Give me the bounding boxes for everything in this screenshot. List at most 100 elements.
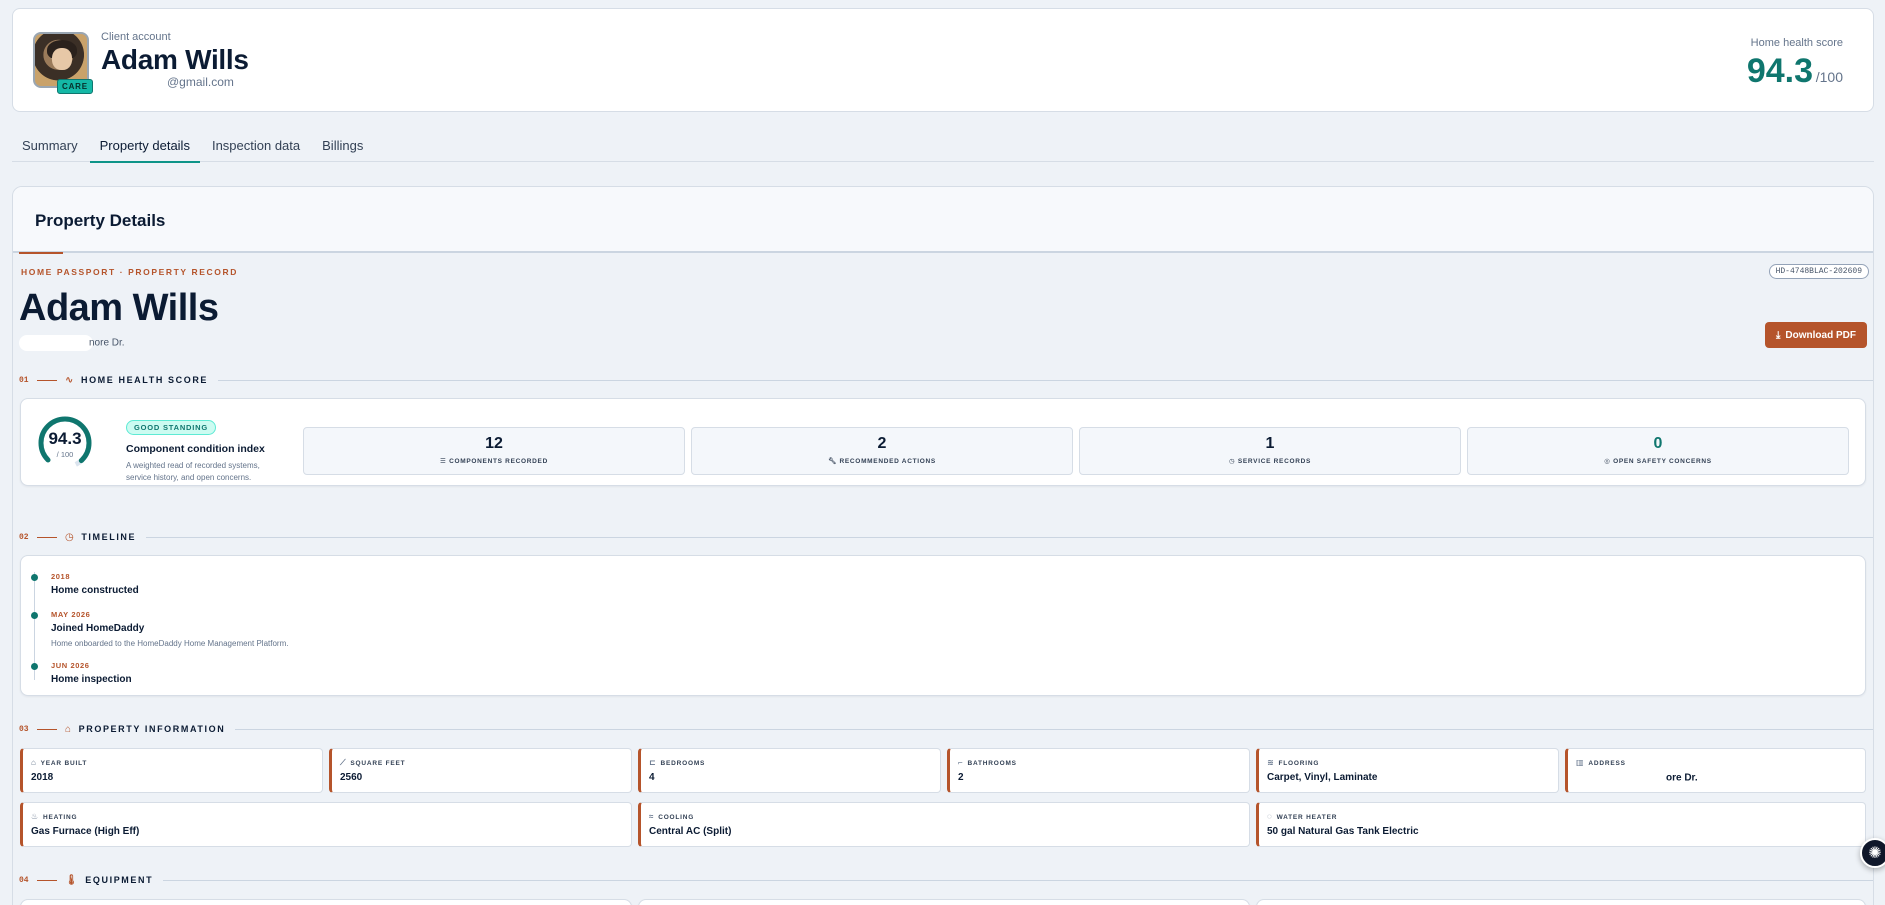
section-property-header: 03 ⌂ PROPERTY INFORMATION	[19, 722, 1873, 736]
account-email: @gmail.com	[101, 75, 234, 89]
card-header: Property Details	[13, 187, 1873, 253]
info-label: ♨ HEATING	[31, 812, 78, 821]
section-rule	[146, 536, 1873, 538]
info-value: Carpet, Vinyl, Laminate	[1267, 772, 1378, 783]
info-value: Gas Furnace (High Eff)	[31, 826, 140, 837]
info-square-feet: ⟋ SQUARE FEET 2560	[329, 748, 632, 793]
timeline-date: 2018	[51, 572, 71, 581]
record-eyebrow: HOME PASSPORT · PROPERTY RECORD	[21, 267, 238, 277]
section-title: EQUIPMENT	[85, 875, 154, 885]
avatar-face	[52, 48, 72, 70]
stat-recommended-actions: 2 🔧︎ RECOMMENDED ACTIONS	[691, 427, 1073, 475]
gauge-denom: / 100	[56, 450, 74, 459]
info-bedrooms: ⊏ BEDROOMS 4	[638, 748, 941, 793]
timeline-date: MAY 2026	[51, 610, 91, 619]
info-year-built: ⌂ YEAR BUILT 2018	[20, 748, 323, 793]
gauge-value: 94.3	[48, 429, 82, 448]
home-health-value: 94.3	[1746, 52, 1813, 90]
droplet-icon: ◌	[1267, 812, 1273, 821]
section-rule	[218, 379, 1873, 381]
info-label: ≋ FLOORING	[1267, 758, 1320, 767]
clock-icon: ◷	[1228, 458, 1238, 465]
info-value: 2560	[340, 772, 363, 783]
account-name: Adam Wills	[101, 44, 249, 75]
download-pdf-button[interactable]: ⤓ Download PDF	[1765, 322, 1867, 348]
section-rule	[163, 879, 1873, 881]
tab-property-details[interactable]: Property details	[89, 130, 201, 163]
info-value: 2018	[31, 772, 54, 783]
info-value: 2	[958, 772, 964, 783]
home-icon: ⌂	[65, 723, 73, 735]
home-icon: ⌂	[31, 758, 37, 767]
record-id-badge: HD-4748BLAC-202609	[1768, 264, 1869, 279]
owner-name: Adam Wills	[19, 287, 219, 329]
index-description: A weighted read of recorded systems, ser…	[126, 461, 260, 482]
property-details-card: Property Details HOME PASSPORT · PROPERT…	[12, 186, 1874, 905]
section-number: 04	[19, 875, 29, 885]
timeline-date: JUN 2026	[51, 661, 90, 670]
timeline-title: Home inspection	[51, 674, 132, 685]
info-flooring: ≋ FLOORING Carpet, Vinyl, Laminate	[1256, 748, 1559, 793]
address-redaction	[19, 335, 93, 351]
client-header-card: CARE Client account Adam Wills @gmail.co…	[12, 8, 1874, 112]
stat-value: 2	[877, 435, 887, 452]
clock-icon: ◷	[65, 531, 76, 543]
accent-underline	[19, 252, 63, 254]
page-title: Property Details	[35, 211, 166, 230]
bath-icon: ⌐	[958, 758, 964, 767]
stat-label: ◷ SERVICE RECORDS	[1228, 458, 1312, 465]
home-health-label: Home health score	[1750, 37, 1843, 49]
home-health-denom: /100	[1815, 69, 1843, 85]
assistant-launcher-button[interactable]: ✺	[1860, 838, 1885, 868]
info-label: ◌ WATER HEATER	[1267, 812, 1338, 821]
info-label: ▥ ADDRESS	[1576, 758, 1626, 767]
stat-label: ◎ OPEN SAFETY CONCERNS	[1604, 458, 1712, 465]
building-icon: ▥	[1576, 758, 1585, 767]
equipment-card	[1256, 899, 1866, 905]
health-score-card: 94.3 / 100 GOOD STANDING Component condi…	[20, 398, 1866, 486]
section-dash	[37, 536, 57, 538]
info-label: ≈ COOLING	[649, 812, 695, 821]
tab-bar: Summary Property details Inspection data…	[12, 130, 1874, 163]
timeline-card: 2018 Home constructed MAY 2026 Joined Ho…	[20, 555, 1866, 696]
stat-value: 12	[485, 435, 503, 452]
section-title: HOME HEALTH SCORE	[80, 375, 209, 385]
info-address: ▥ ADDRESS ore Dr.	[1565, 748, 1866, 793]
info-label: ⌐ BATHROOMS	[958, 758, 1017, 767]
timeline-dot	[31, 663, 38, 670]
section-dash	[37, 728, 57, 730]
tab-billings[interactable]: Billings	[312, 130, 373, 162]
stat-components: 12 ☰ COMPONENTS RECORDED	[303, 427, 685, 475]
stat-label: ☰ COMPONENTS RECORDED	[440, 458, 548, 465]
tab-inspection-data[interactable]: Inspection data	[202, 130, 310, 162]
stat-value: 0	[1653, 435, 1663, 452]
section-number: 01	[19, 375, 29, 385]
section-equipment-header: 04 🌡︎ EQUIPMENT	[19, 873, 1873, 887]
account-label: Client account	[101, 31, 171, 43]
openai-icon: ✺	[1868, 845, 1882, 862]
ruler-icon: ⟋	[340, 758, 347, 767]
email-redaction	[101, 76, 167, 89]
section-timeline-header: 02 ◷ TIMELINE	[19, 530, 1873, 544]
timeline-dot	[31, 612, 38, 619]
info-label: ⊏ BEDROOMS	[649, 758, 706, 767]
section-title: PROPERTY INFORMATION	[78, 724, 226, 734]
stat-service-records: 1 ◷ SERVICE RECORDS	[1079, 427, 1461, 475]
tab-summary[interactable]: Summary	[12, 130, 88, 162]
layers-icon: ≋	[1267, 758, 1275, 767]
info-heating: ♨ HEATING Gas Furnace (High Eff)	[20, 802, 632, 847]
section-dash	[37, 879, 57, 881]
index-title: Component condition index	[126, 443, 265, 455]
stat-label: 🔧︎ RECOMMENDED ACTIONS	[828, 458, 936, 465]
info-value: 50 gal Natural Gas Tank Electric	[1267, 826, 1419, 837]
owner-address: nore Dr.	[19, 335, 125, 351]
flame-icon: ♨	[31, 812, 39, 821]
address-text: nore Dr.	[89, 337, 125, 349]
score-gauge: 94.3 / 100	[37, 415, 93, 471]
info-bathrooms: ⌐ BATHROOMS 2	[947, 748, 1250, 793]
section-rule	[235, 728, 1873, 730]
timeline-title: Home constructed	[51, 585, 139, 596]
section-number: 02	[19, 532, 29, 542]
section-number: 03	[19, 724, 29, 734]
info-value: Central AC (Split)	[649, 826, 732, 837]
